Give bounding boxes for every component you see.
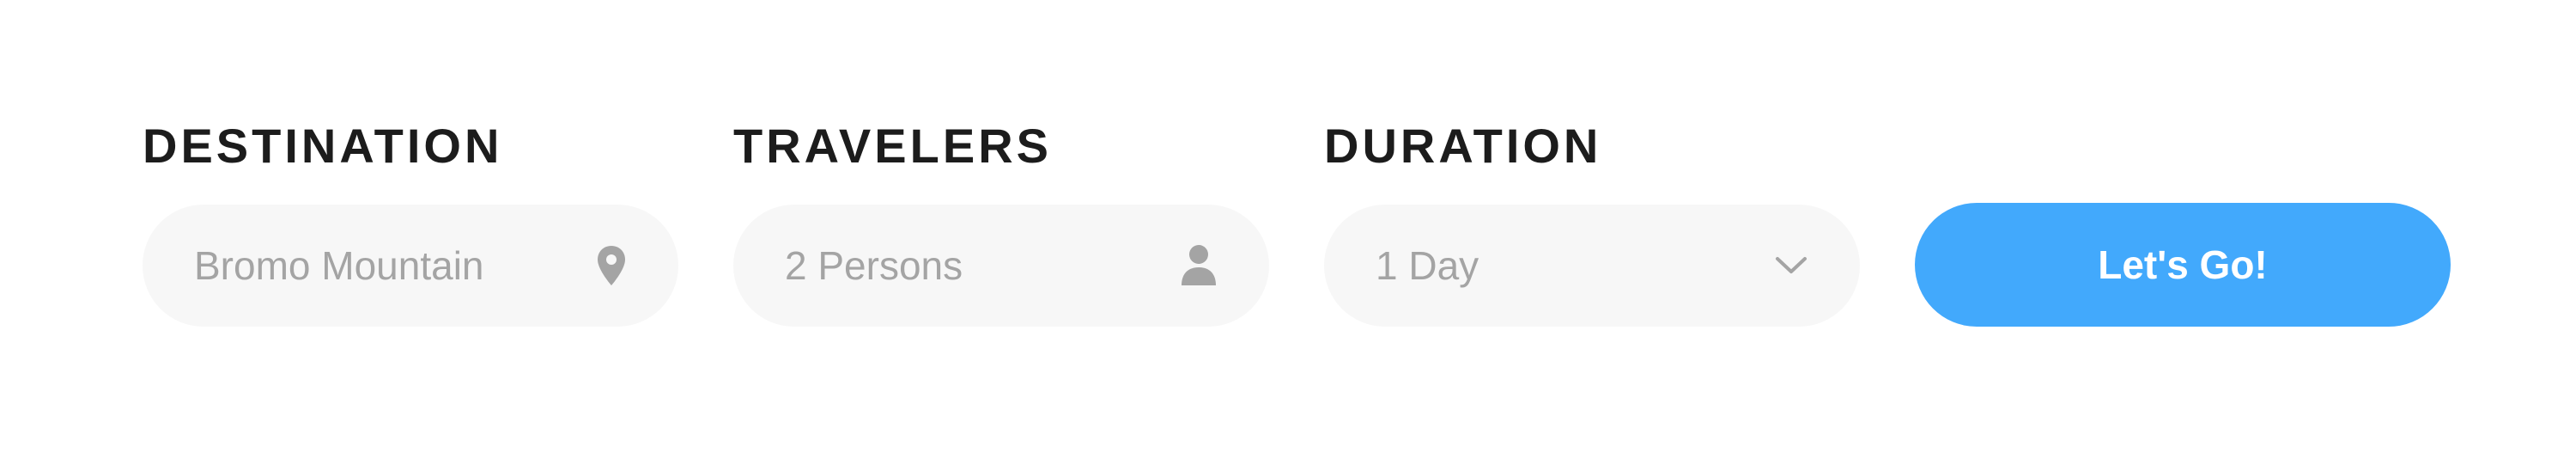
person-icon (1180, 244, 1218, 287)
destination-label: DESTINATION (143, 119, 503, 173)
chevron-down-icon[interactable] (1774, 254, 1808, 277)
travelers-label: TRAVELERS (733, 119, 1052, 173)
duration-field-group: DURATION 1 Day (1324, 119, 1860, 327)
travelers-field-group: TRAVELERS 2 Persons (733, 119, 1269, 327)
travelers-input[interactable]: 2 Persons (733, 205, 1269, 327)
travelers-value: 2 Persons (785, 243, 963, 288)
destination-value: Bromo Mountain (194, 243, 484, 288)
destination-field-group: DESTINATION Bromo Mountain (143, 119, 678, 327)
lets-go-button[interactable]: Let's Go! (1915, 203, 2451, 327)
trip-search-form: DESTINATION Bromo Mountain TRAVELERS 2 P… (143, 119, 2451, 327)
duration-select[interactable]: 1 Day (1324, 205, 1860, 327)
map-pin-icon (596, 244, 627, 287)
destination-input[interactable]: Bromo Mountain (143, 205, 678, 327)
duration-label: DURATION (1324, 119, 1602, 173)
duration-value: 1 Day (1376, 243, 1479, 288)
